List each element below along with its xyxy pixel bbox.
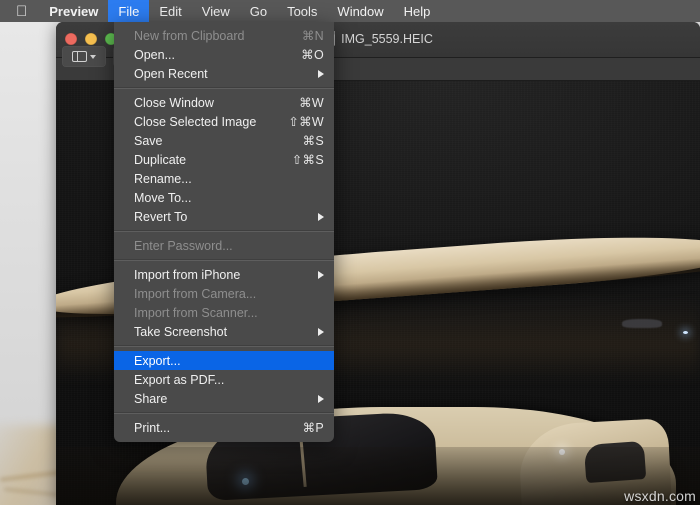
menu-separator xyxy=(114,345,334,347)
menu-item-label: Export... xyxy=(134,353,181,368)
menu-item-label: Export as PDF... xyxy=(134,372,225,387)
window-title-text: IMG_5559.HEIC xyxy=(341,31,433,46)
menu-item-shortcut: ⌘P xyxy=(302,421,324,435)
ground-foreground xyxy=(56,447,700,505)
menu-item-label: Revert To xyxy=(134,209,188,224)
menu-item-label: Take Screenshot xyxy=(134,324,228,339)
menu-item-open[interactable]: Open... ⌘O xyxy=(114,45,334,64)
menu-item-label: Import from Camera... xyxy=(134,286,257,301)
menubar-item-tools[interactable]: Tools xyxy=(277,0,327,22)
menu-item-take-screenshot[interactable]: Take Screenshot xyxy=(114,322,334,341)
apple-menu-icon[interactable]:  xyxy=(0,0,39,22)
menubar-item-go[interactable]: Go xyxy=(240,0,277,22)
menu-item-rename[interactable]: Rename... xyxy=(114,169,334,188)
watermark: wsxdn.com xyxy=(624,488,696,504)
submenu-arrow-icon xyxy=(318,270,324,279)
menu-separator xyxy=(114,87,334,89)
menubar-label-edit: Edit xyxy=(148,3,181,19)
menubar-item-view[interactable]: View xyxy=(192,0,240,22)
menubar-item-file[interactable]: File xyxy=(107,0,150,22)
minimize-button[interactable] xyxy=(85,33,97,45)
menubar-label-help: Help xyxy=(392,3,431,19)
menu-item-label: Import from iPhone xyxy=(134,267,241,282)
menubar-label-go: Go xyxy=(238,3,267,19)
submenu-arrow-icon xyxy=(318,394,324,403)
menubar-item-preview[interactable]: Preview xyxy=(39,0,108,22)
menubar-item-window[interactable]: Window xyxy=(327,0,393,22)
menu-item-new-from-clipboard: New from Clipboard ⌘N xyxy=(114,26,334,45)
distant-object xyxy=(622,319,662,328)
sidebar-toggle-button[interactable] xyxy=(62,46,106,67)
menu-item-shortcut: ⌘N xyxy=(301,29,324,43)
menu-item-label: Close Window xyxy=(134,95,214,110)
menu-item-import-from-camera: Import from Camera... xyxy=(114,284,334,303)
file-menu-dropdown[interactable]: New from Clipboard ⌘N Open... ⌘O Open Recent… xyxy=(114,22,334,442)
menu-item-shortcut: ⌘O xyxy=(301,48,324,62)
menubar-label-tools: Tools xyxy=(275,3,317,19)
menu-item-label: Rename... xyxy=(134,171,192,186)
menubar-label-window: Window xyxy=(326,3,383,19)
menu-item-import-from-iphone[interactable]: Import from iPhone xyxy=(114,265,334,284)
screen: IMG_5559.HEIC wsxdn.com Preview File Edi… xyxy=(0,0,700,505)
menu-item-open-recent[interactable]: Open Recent xyxy=(114,64,334,83)
menu-item-duplicate[interactable]: Duplicate ⇧⌘S xyxy=(114,150,334,169)
menu-item-export-as-pdf[interactable]: Export as PDF... xyxy=(114,370,334,389)
menu-separator xyxy=(114,259,334,261)
traffic-light-buttons xyxy=(65,33,117,45)
apple-logo-icon:  xyxy=(16,4,27,19)
chevron-down-icon xyxy=(90,55,96,59)
menu-item-label: Open... xyxy=(134,47,175,62)
menu-item-import-from-scanner: Import from Scanner... xyxy=(114,303,334,322)
menu-separator xyxy=(114,412,334,414)
menu-item-share[interactable]: Share xyxy=(114,389,334,408)
menubar-label-view: View xyxy=(190,3,230,19)
submenu-arrow-icon xyxy=(318,69,324,78)
menu-item-label: New from Clipboard xyxy=(134,28,245,43)
menu-item-label: Enter Password... xyxy=(134,238,233,253)
menu-item-label: Duplicate xyxy=(134,152,187,167)
menu-item-label: Print... xyxy=(134,420,171,435)
submenu-arrow-icon xyxy=(318,212,324,221)
menu-item-shortcut: ⇧⌘W xyxy=(288,115,324,129)
menu-item-save[interactable]: Save ⌘S xyxy=(114,131,334,150)
menubar-label-preview: Preview xyxy=(38,3,98,19)
submenu-arrow-icon xyxy=(318,327,324,336)
menu-item-enter-password: Enter Password... xyxy=(114,236,334,255)
menubar-item-help[interactable]: Help xyxy=(394,0,441,22)
menu-item-shortcut: ⌘S xyxy=(302,134,324,148)
menu-item-close-selected-image[interactable]: Close Selected Image ⇧⌘W xyxy=(114,112,334,131)
menu-item-export[interactable]: Export... xyxy=(114,351,334,370)
menubar-item-edit[interactable]: Edit xyxy=(149,0,191,22)
menu-item-close-window[interactable]: Close Window ⌘W xyxy=(114,93,334,112)
menu-item-label: Share xyxy=(134,391,168,406)
menu-item-revert-to[interactable]: Revert To xyxy=(114,207,334,226)
distant-light xyxy=(683,331,688,334)
menu-item-label: Close Selected Image xyxy=(134,114,257,129)
menubar-label-file: File xyxy=(107,3,139,19)
menu-item-print[interactable]: Print... ⌘P xyxy=(114,418,334,437)
menu-separator xyxy=(114,230,334,232)
sidebar-icon xyxy=(72,50,87,63)
close-button[interactable] xyxy=(65,33,77,45)
menu-item-shortcut: ⇧⌘S xyxy=(291,153,324,167)
menu-item-label: Move To... xyxy=(134,190,192,205)
menu-item-label: Import from Scanner... xyxy=(134,305,258,320)
menu-item-label: Save xyxy=(134,133,163,148)
menu-item-move-to[interactable]: Move To... xyxy=(114,188,334,207)
menu-bar:  Preview File Edit View Go Tools Window… xyxy=(0,0,700,22)
menu-item-shortcut: ⌘W xyxy=(299,96,324,110)
menu-item-label: Open Recent xyxy=(134,66,208,81)
